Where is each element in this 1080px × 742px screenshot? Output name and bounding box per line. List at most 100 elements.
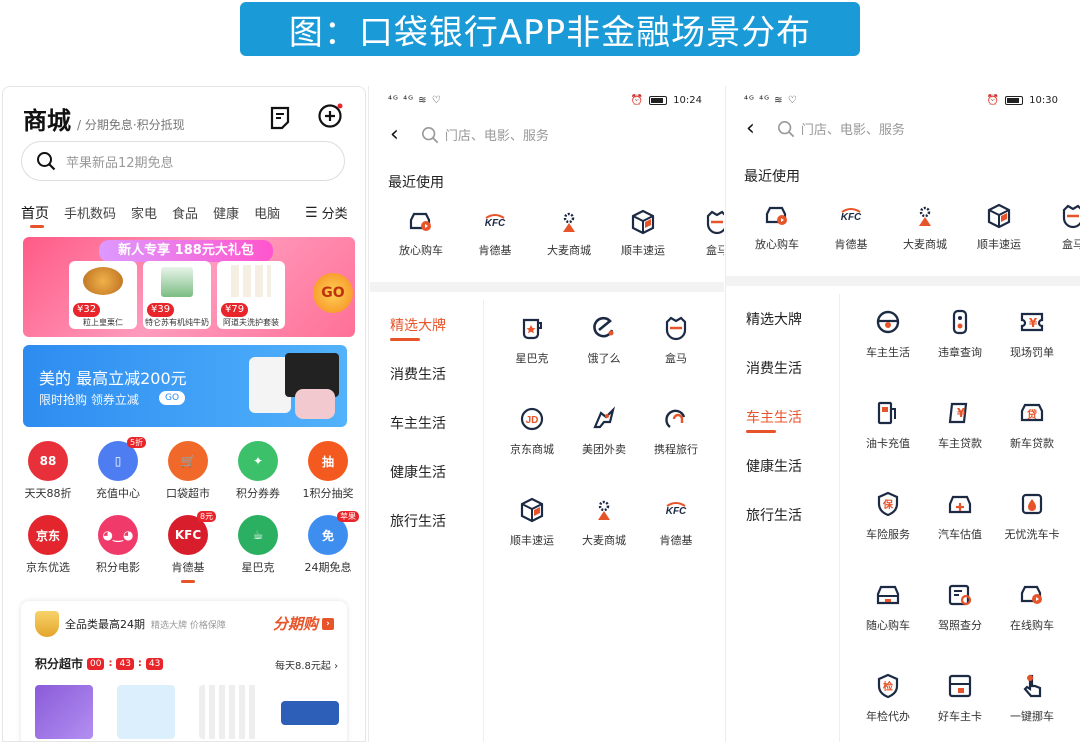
recent-item[interactable]: 大麦商城 — [888, 202, 962, 252]
orders-icon[interactable] — [267, 105, 293, 131]
nav-item[interactable]: 消费生活 — [726, 343, 839, 392]
online-car-icon — [1018, 581, 1046, 609]
service-item[interactable]: 星巴克 — [496, 300, 568, 391]
service-item[interactable]: 京东 京东优选 — [15, 515, 81, 575]
service-item[interactable]: 免苹果 24期免息 — [295, 511, 361, 575]
service-item[interactable]: ☕ 星巴克 — [225, 515, 291, 575]
alarm-icon: ⏰ — [630, 94, 644, 106]
service-item[interactable]: 随心购车 — [852, 567, 924, 658]
tab-computer[interactable]: 电脑 — [254, 203, 280, 223]
service-item[interactable]: 一键挪车 — [996, 658, 1068, 742]
recent-item[interactable]: 大麦商城 — [532, 208, 606, 258]
search-input[interactable]: 苹果新品12期免息 — [21, 141, 345, 181]
service-item[interactable]: 88 天天88折 — [15, 441, 81, 501]
service-label: 车主贷款 — [938, 437, 982, 450]
recent-item[interactable]: 顺丰速运 — [606, 208, 680, 258]
nav-item[interactable]: 车主生活 — [726, 392, 839, 441]
service-item[interactable]: KFC 8元 肯德基 — [155, 511, 221, 583]
service-item[interactable]: 🛒 口袋超市 — [155, 441, 221, 501]
tab-food[interactable]: 食品 — [172, 203, 198, 223]
brand-grid: 星巴克 饿了么 盒马 JD 京东商城 美团外卖 携程旅行 顺丰速运 大麦商城 KFC 肯德基 — [496, 300, 712, 573]
nav-item[interactable]: 车主生活 — [370, 398, 483, 447]
product-thumb[interactable] — [199, 685, 257, 739]
midea-banner[interactable]: 美的 最高立减200元 限时抢购 领券立减 GO — [23, 345, 347, 427]
back-arrow-icon[interactable]: ‹ — [746, 116, 755, 141]
service-item[interactable]: KFC 肯德基 — [640, 482, 712, 573]
category-button[interactable]: ☰ 分类 — [301, 203, 348, 222]
search-input[interactable]: 门店、电影、服务 — [777, 119, 905, 138]
tab-digital[interactable]: 手机数码 — [64, 203, 116, 223]
tab-health[interactable]: 健康 — [213, 203, 239, 223]
service-item[interactable]: 在线购车 — [996, 567, 1068, 658]
installment-card[interactable]: 全品类最高24期 精选大牌 价格保障 分期购 › 积分超市 00: 43: 43… — [21, 601, 347, 741]
product-thumb[interactable] — [281, 701, 339, 725]
service-item[interactable]: 盒马 — [640, 300, 712, 391]
search-input[interactable]: 门店、电影、服务 — [421, 125, 549, 144]
service-label: 违章查询 — [938, 346, 982, 359]
recent-label: 盒马 — [1062, 238, 1080, 251]
svg-text:¥: ¥ — [957, 406, 966, 420]
tab-appliance[interactable]: 家电 — [131, 203, 157, 223]
service-label: 一键挪车 — [1010, 710, 1054, 723]
service-item[interactable]: 油卡充值 — [852, 385, 924, 476]
service-item[interactable]: 大麦商城 — [568, 482, 640, 573]
service-item[interactable]: 汽车估值 — [924, 476, 996, 567]
shield-icon — [35, 611, 59, 637]
back-arrow-icon[interactable]: ‹ — [390, 122, 399, 147]
promo-item[interactable]: ¥32 粒上皇栗仁 — [69, 261, 137, 329]
service-item[interactable]: 无忧洗车卡 — [996, 476, 1068, 567]
service-item[interactable]: 美团外卖 — [568, 391, 640, 482]
service-item[interactable]: 携程旅行 — [640, 391, 712, 482]
recent-item[interactable]: 放心购车 — [384, 208, 458, 258]
nav-item[interactable]: 健康生活 — [370, 447, 483, 496]
service-item[interactable]: 车主生活 — [852, 294, 924, 385]
service-item[interactable]: 顺丰速运 — [496, 482, 568, 573]
svg-text:JD: JD — [526, 415, 539, 426]
installment-link[interactable]: 分期购 › — [273, 613, 335, 634]
service-item[interactable]: ¥ 现场罚单 — [996, 294, 1068, 385]
nav-item[interactable]: 旅行生活 — [726, 490, 839, 539]
midea-go-button[interactable]: GO — [159, 391, 186, 405]
promo-title: 新人专享 188元大礼包 — [99, 240, 273, 262]
recent-item[interactable]: 顺丰速运 — [962, 202, 1036, 252]
service-item[interactable]: 检年检代办 — [852, 658, 924, 742]
service-item[interactable]: ¥ 车主贷款 — [924, 385, 996, 476]
points-market-more[interactable]: 每天8.8元起 › — [275, 657, 338, 672]
car-wash-icon — [1018, 490, 1046, 518]
nav-item[interactable]: 消费生活 — [370, 349, 483, 398]
traffic-light-icon — [946, 308, 974, 336]
service-item[interactable]: 饿了么 — [568, 300, 640, 391]
recent-item[interactable]: KFC 肯德基 — [814, 202, 888, 252]
service-label: 天天88折 — [24, 487, 72, 500]
service-item[interactable]: 好车主卡 — [924, 658, 996, 742]
product-thumb[interactable] — [35, 685, 93, 739]
svg-text:KFC: KFC — [841, 212, 862, 223]
nav-item[interactable]: 精选大牌 — [370, 300, 483, 349]
recent-item[interactable]: 盒马 — [680, 208, 724, 258]
product-thumb[interactable] — [117, 685, 175, 739]
promo-go-button[interactable]: GO — [313, 273, 353, 313]
service-item[interactable]: 违章查询 — [924, 294, 996, 385]
promo-item[interactable]: ¥39 特仑苏有机纯牛奶 — [143, 261, 211, 329]
service-label: 肯德基 — [659, 534, 693, 547]
service-item[interactable]: JD 京东商城 — [496, 391, 568, 482]
newcomer-promo-banner[interactable]: 新人专享 188元大礼包 ¥32 粒上皇栗仁 ¥39 特仑苏有机纯牛奶 ¥79 … — [23, 237, 355, 337]
service-item[interactable]: 贷新车贷款 — [996, 385, 1068, 476]
service-item[interactable]: 保车险服务 — [852, 476, 924, 567]
service-item[interactable]: 驾照查分 — [924, 567, 996, 658]
recent-item[interactable]: 放心购车 — [740, 202, 814, 252]
recent-item[interactable]: 盒马 — [1036, 202, 1080, 252]
recent-label: 盒马 — [706, 244, 724, 257]
service-item[interactable]: ✦ 积分券券 — [225, 441, 291, 501]
service-item[interactable]: 抽 1积分抽奖 — [295, 441, 361, 501]
add-icon[interactable] — [317, 103, 343, 129]
service-item[interactable]: ▯ 5折 充值中心 — [85, 437, 151, 501]
service-label: 新车贷款 — [1010, 437, 1054, 450]
service-item[interactable]: ◕‿◕ 积分电影 — [85, 515, 151, 575]
nav-item[interactable]: 旅行生活 — [370, 496, 483, 545]
promo-item[interactable]: ¥79 阿道夫洗护套装 — [217, 261, 285, 329]
tab-home[interactable]: 首页 — [21, 203, 49, 228]
nav-item[interactable]: 健康生活 — [726, 441, 839, 490]
nav-item[interactable]: 精选大牌 — [726, 294, 839, 343]
recent-item[interactable]: KFC 肯德基 — [458, 208, 532, 258]
